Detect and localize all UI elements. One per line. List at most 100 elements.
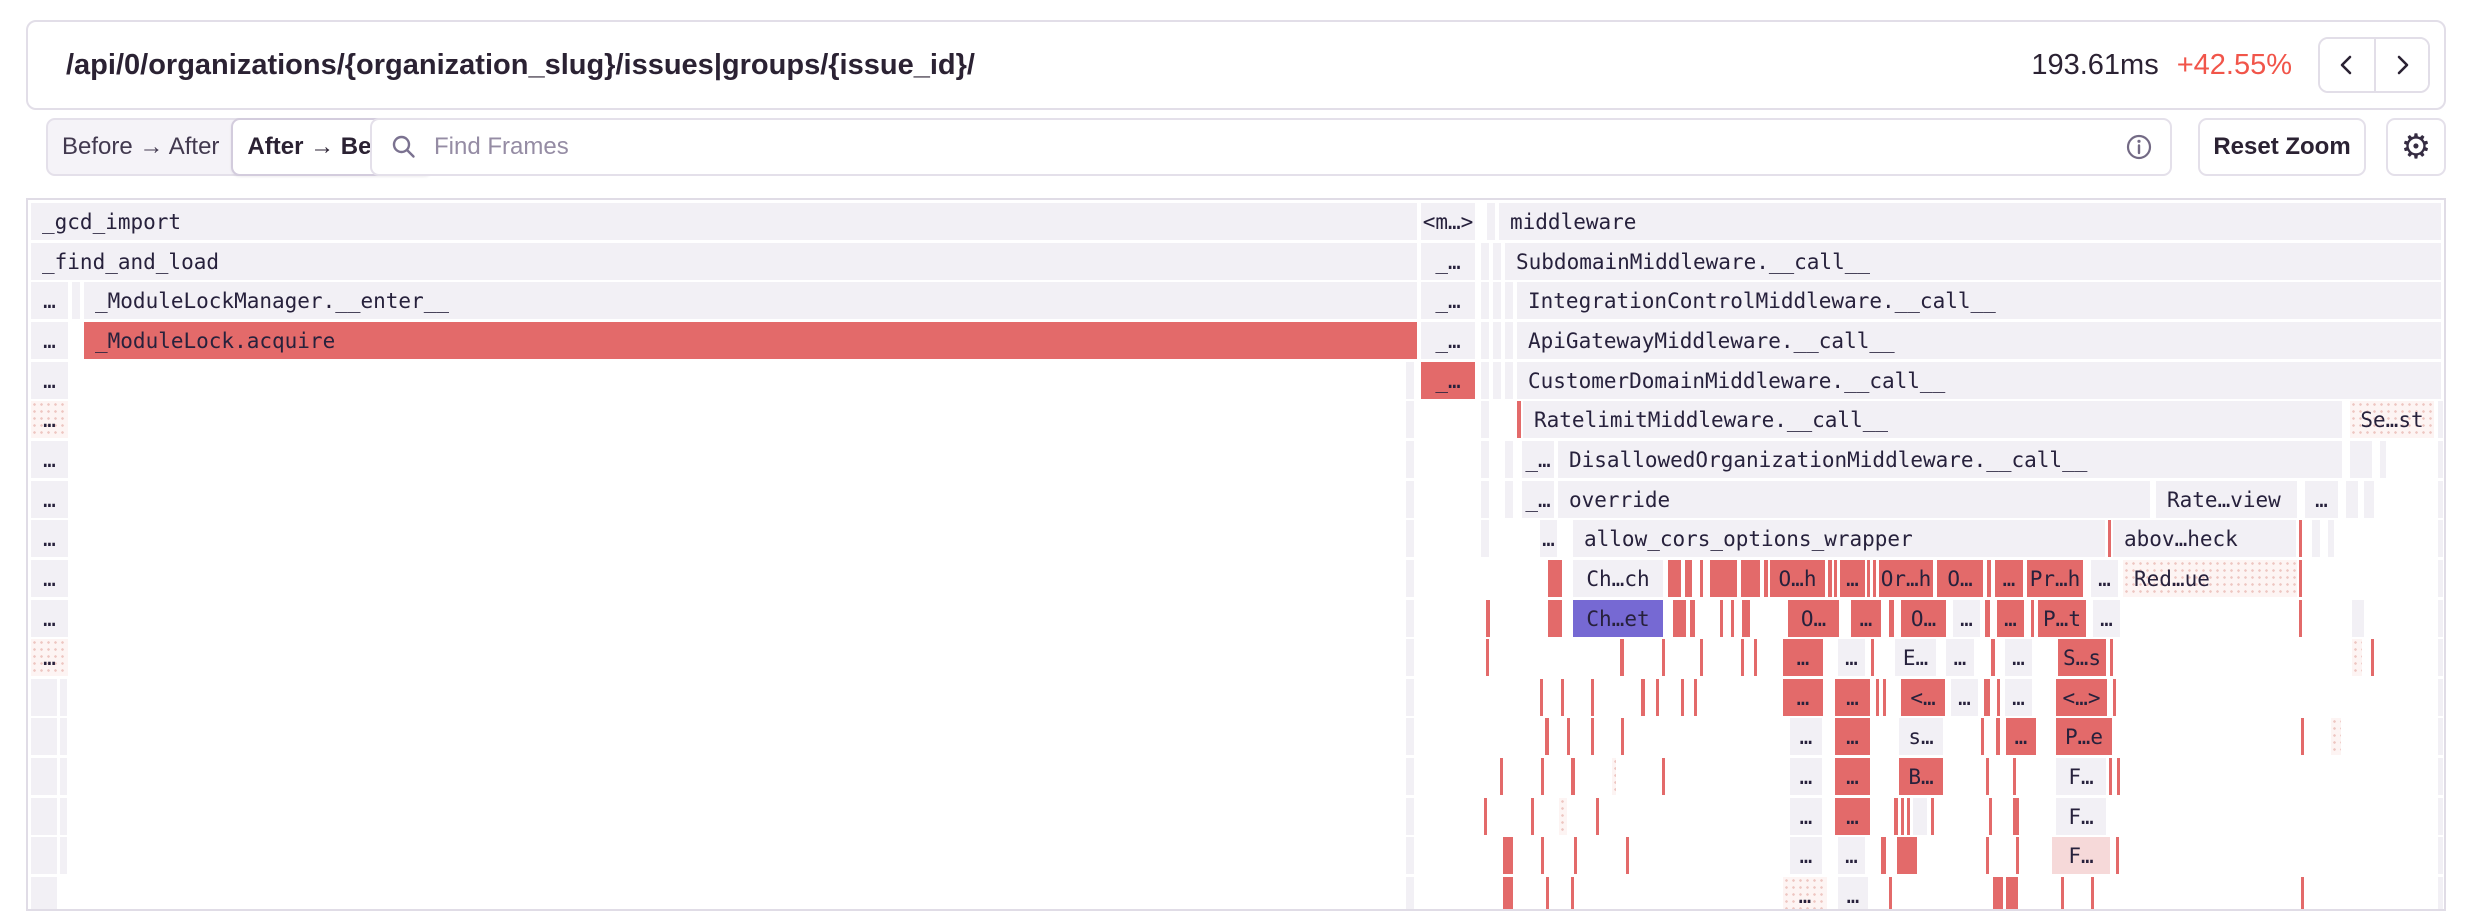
flame-frame[interactable]: SubdomainMiddleware.__call__ [1505,243,2441,280]
flame-frame-sliver[interactable] [2352,639,2362,676]
flame-frame-sliver[interactable] [1673,600,1686,637]
flame-frame-sliver[interactable] [1901,798,1904,835]
flame-frame[interactable]: … [1783,679,1823,716]
reset-zoom-button[interactable]: Reset Zoom [2198,118,2366,176]
flame-frame-sliver[interactable] [2438,520,2443,557]
flame-frame-sliver[interactable] [1907,798,1910,835]
flame-frame[interactable]: … [31,441,68,478]
flame-frame[interactable]: Ch…et [1573,600,1663,637]
flame-frame[interactable]: _… [1421,282,1475,319]
flame-frame-sliver[interactable] [1503,837,1513,874]
flame-frame-sliver[interactable] [1889,600,1894,637]
flame-frame-sliver[interactable] [1571,758,1575,795]
flame-frame-sliver[interactable] [2013,798,2019,835]
flame-frame-sliver[interactable] [1591,718,1594,755]
flame-frame-sliver[interactable] [1567,718,1570,755]
flame-frame[interactable]: F… [2056,758,2106,795]
flame-frame-sliver[interactable] [2438,481,2443,518]
flame-frame[interactable]: middleware [1499,203,2441,240]
flame-frame[interactable]: Se…st [2350,401,2434,438]
flame-frame[interactable]: P…e [2056,718,2112,755]
flame-frame-sliver[interactable] [1545,718,1549,755]
flame-frame[interactable]: … [31,362,68,399]
flame-frame[interactable]: … [1790,837,1822,874]
flame-frame-sliver[interactable] [1656,679,1659,716]
flame-frame-sliver[interactable] [1481,520,1489,557]
flame-frame-sliver[interactable] [1481,401,1489,438]
flame-frame[interactable]: … [31,600,68,637]
flame-frame-sliver[interactable] [2331,718,2341,755]
flame-frame-sliver[interactable] [1493,282,1501,319]
flame-frame-sliver[interactable] [1500,758,1503,795]
flame-frame-sliver[interactable] [1406,639,1414,676]
flame-frame-sliver[interactable] [1493,362,1501,399]
flame-frame-sliver[interactable] [2301,718,2304,755]
flame-frame-sliver[interactable] [1540,679,1543,716]
flame-frame-sliver[interactable] [60,718,67,755]
settings-button[interactable]: ⚙ [2386,118,2446,176]
flame-frame-sliver[interactable] [1406,520,1414,557]
flame-frame-sliver[interactable] [1493,322,1501,359]
flame-frame-sliver[interactable] [1685,560,1692,597]
flame-frame-sliver[interactable] [31,679,57,716]
flame-frame[interactable]: … [2091,560,2118,597]
flame-frame-sliver[interactable] [31,837,57,874]
flame-frame-sliver[interactable] [2438,877,2443,911]
flame-frame[interactable]: O…h [1770,560,1825,597]
flame-frame[interactable]: … [1783,877,1827,911]
flame-frame-sliver[interactable] [2350,441,2372,478]
flame-frame[interactable]: RatelimitMiddleware.__call__ [1523,401,2342,438]
flame-frame[interactable]: F… [2052,837,2110,874]
flame-frame[interactable]: … [1838,877,1868,911]
flame-frame[interactable]: … [31,401,68,438]
flame-frame-sliver[interactable] [1742,600,1750,637]
flame-frame-sliver[interactable] [2352,600,2364,637]
flame-frame-sliver[interactable] [1931,798,1934,835]
flame-frame[interactable]: … [1995,560,2023,597]
flame-frame-sliver[interactable] [60,679,67,716]
flame-frame[interactable]: ApiGatewayMiddleware.__call__ [1517,322,2441,359]
flame-frame-sliver[interactable] [2013,758,2016,795]
flame-frame[interactable]: … [31,322,68,359]
flame-frame-sliver[interactable] [2371,639,2374,676]
flame-frame-sliver[interactable] [2438,401,2443,438]
flame-frame[interactable]: E… [1895,639,1936,676]
flame-frame-sliver[interactable] [1694,679,1697,716]
flame-frame-sliver[interactable] [1828,560,1832,597]
flame-frame-sliver[interactable] [1486,639,1489,676]
flame-frame-sliver[interactable] [1662,639,1665,676]
flame-frame-sliver[interactable] [1591,679,1594,716]
flamegraph-panel[interactable]: _gcd_import<m…>middleware_find_and_load_… [26,198,2446,911]
flame-frame-sliver[interactable] [1548,600,1562,637]
flame-frame[interactable]: override [1558,481,2150,518]
flame-frame-sliver[interactable] [1505,322,1513,359]
flame-frame-sliver[interactable] [1484,798,1487,835]
flame-frame[interactable]: … [2093,600,2120,637]
flame-frame[interactable]: … [1790,798,1822,835]
flame-frame[interactable]: F… [2056,798,2106,835]
flame-frame-sliver[interactable] [2438,560,2443,597]
flame-frame-sliver[interactable] [1620,639,1624,676]
flame-frame[interactable]: … [1997,600,2024,637]
flame-frame-sliver[interactable] [1406,837,1414,874]
flame-frame-sliver[interactable] [31,718,57,755]
flame-frame-sliver[interactable] [2109,758,2112,795]
flame-frame-sliver[interactable] [1481,441,1489,478]
flame-frame-sliver[interactable] [1985,600,1990,637]
flame-frame-sliver[interactable] [1690,600,1695,637]
flame-frame[interactable]: DisallowedOrganizationMiddleware.__call_… [1558,441,2342,478]
flame-frame-sliver[interactable] [2438,758,2443,795]
flame-frame-sliver[interactable] [1406,560,1414,597]
flame-frame[interactable]: … [2005,639,2032,676]
flame-frame-sliver[interactable] [1741,639,1744,676]
flame-frame-sliver[interactable] [1834,560,1837,597]
flame-frame-sliver[interactable] [1406,877,1414,911]
flame-frame-sliver[interactable] [1517,401,1521,438]
next-profile-button[interactable] [2374,39,2428,91]
flame-frame-sliver[interactable] [1913,798,1927,835]
flame-frame-sliver[interactable] [2301,877,2304,911]
flame-frame[interactable]: Pr…h [2027,560,2083,597]
flame-frame-sliver[interactable] [1984,679,1990,716]
flame-frame[interactable]: O… [1937,560,1983,597]
flame-frame[interactable]: … [1540,520,1557,557]
